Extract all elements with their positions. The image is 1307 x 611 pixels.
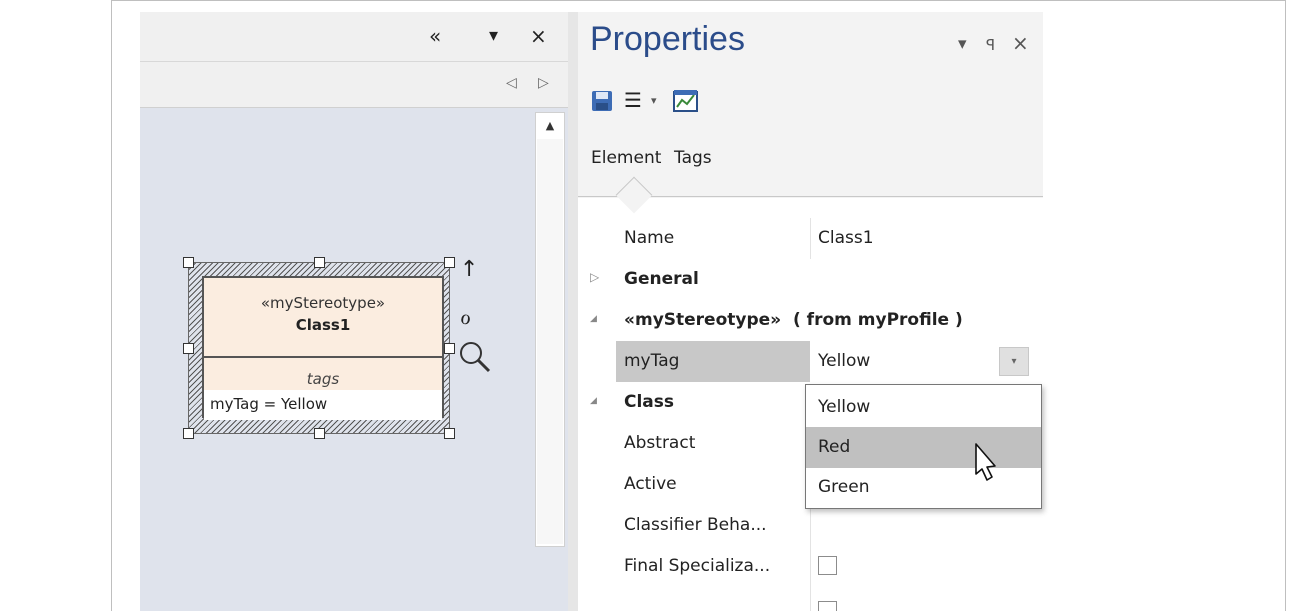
close-icon[interactable]: × — [1012, 31, 1029, 55]
resize-handle-ne[interactable] — [444, 257, 455, 268]
property-row-partial — [578, 587, 1043, 611]
property-row-final-specialization[interactable]: Final Specializa... — [578, 546, 1043, 587]
properties-titlebar: Properties ▾ ꟼ × — [578, 12, 1043, 76]
resize-handle-sw[interactable] — [183, 428, 194, 439]
resize-handle-w[interactable] — [183, 343, 194, 354]
class-box[interactable]: «myStereotype» Class1 tags myTag = Yello… — [202, 276, 444, 420]
property-row-mytag[interactable]: myTag Yellow ▾ — [578, 341, 1043, 382]
save-icon[interactable] — [591, 90, 613, 112]
property-label: myTag — [624, 351, 680, 371]
tags-compartment-heading: tags — [306, 370, 340, 388]
diagram-panel: « ▾ × ◁ ▷ ▲ «myStereotype» Class1 tags m… — [140, 12, 568, 611]
diagram-titlebar: « ▾ × — [140, 12, 568, 61]
paint-brush-icon[interactable]: ℴ — [460, 304, 471, 328]
property-label: Active — [624, 474, 677, 494]
frame-right-border — [1285, 0, 1286, 611]
combo-dropdown-icon[interactable]: ▾ — [999, 347, 1029, 376]
mouse-cursor-icon — [975, 443, 996, 481]
property-group-stereotype[interactable]: ◢ «myStereotype» ( from myProfile ) — [578, 300, 1043, 341]
group-label: General — [624, 269, 699, 289]
mytag-dropdown-list[interactable]: Yellow Red Green — [805, 384, 1042, 509]
scroll-thumb[interactable] — [537, 139, 563, 544]
list-icon[interactable]: ☰ — [624, 88, 642, 112]
collapse-icon[interactable]: ◢ — [590, 314, 597, 324]
frame-top-border — [111, 0, 1286, 1]
property-label: Classifier Beha... — [624, 515, 767, 535]
resize-handle-s[interactable] — [314, 428, 325, 439]
class-header: «myStereotype» Class1 — [204, 278, 442, 358]
properties-panel: Properties ▾ ꟼ × ☰ ▾ Element Tags Name C… — [578, 12, 1043, 611]
class-stereotype: «myStereotype» — [260, 294, 386, 312]
tab-tags[interactable]: Tags — [674, 148, 712, 168]
column-divider — [810, 505, 811, 546]
property-label: Abstract — [624, 433, 696, 453]
property-label: Final Specializa... — [624, 556, 771, 576]
properties-title: Properties — [590, 20, 745, 58]
resize-handle-nw[interactable] — [183, 257, 194, 268]
chart-icon[interactable] — [673, 89, 699, 113]
property-row-classifier-behavior[interactable]: Classifier Beha... — [578, 505, 1043, 546]
resize-handle-n[interactable] — [314, 257, 325, 268]
combo-value[interactable]: Yellow — [818, 351, 870, 371]
resize-handle-se[interactable] — [444, 428, 455, 439]
frame-left-border — [111, 0, 112, 611]
group-label: «myStereotype» ( from myProfile ) — [624, 310, 963, 330]
tab-prev-icon[interactable]: ◁ — [506, 75, 517, 91]
menu-dropdown-icon[interactable]: ▾ — [958, 34, 967, 54]
property-value[interactable]: Class1 — [818, 228, 874, 248]
diagram-tabbar: ◁ ▷ — [140, 61, 568, 108]
diagram-canvas[interactable]: ▲ «myStereotype» Class1 tags myTag = Yel… — [140, 108, 568, 611]
column-divider — [810, 546, 811, 587]
final-specialization-checkbox[interactable] — [818, 556, 837, 575]
zoom-icon[interactable] — [458, 340, 492, 374]
resize-handle-e[interactable] — [444, 343, 455, 354]
expand-icon[interactable]: ▷ — [590, 270, 599, 284]
panel-splitter[interactable] — [568, 12, 578, 611]
pin-icon[interactable]: ꟼ — [986, 36, 995, 54]
tag-value-row: myTag = Yellow — [204, 390, 442, 420]
dropdown-item-green[interactable]: Green — [806, 467, 1041, 508]
arrow-up-icon[interactable]: ↑ — [460, 258, 478, 282]
column-divider — [810, 587, 811, 611]
collapse-icon[interactable]: « — [429, 24, 441, 48]
column-divider — [810, 218, 811, 259]
property-row-name[interactable]: Name Class1 — [578, 218, 1043, 259]
vertical-scrollbar[interactable]: ▲ — [535, 112, 565, 547]
partial-checkbox[interactable] — [818, 601, 837, 611]
tab-element[interactable]: Element — [591, 148, 661, 168]
menu-dropdown-icon[interactable]: ▾ — [489, 24, 498, 48]
properties-toolbar: ☰ ▾ — [578, 76, 1043, 128]
property-label: Name — [624, 228, 675, 248]
dropdown-item-yellow[interactable]: Yellow — [806, 387, 1041, 428]
close-icon[interactable]: × — [530, 24, 547, 48]
class-name: Class1 — [295, 316, 351, 334]
properties-tabs: Element Tags — [578, 128, 1043, 214]
dropdown-item-red[interactable]: Red — [806, 427, 1041, 468]
group-label: Class — [624, 392, 675, 412]
tab-next-icon[interactable]: ▷ — [538, 75, 549, 91]
scroll-up-icon[interactable]: ▲ — [539, 117, 561, 135]
property-group-general[interactable]: ▷ General — [578, 259, 1043, 300]
collapse-icon[interactable]: ◢ — [590, 396, 597, 406]
list-dropdown-icon[interactable]: ▾ — [651, 94, 657, 107]
